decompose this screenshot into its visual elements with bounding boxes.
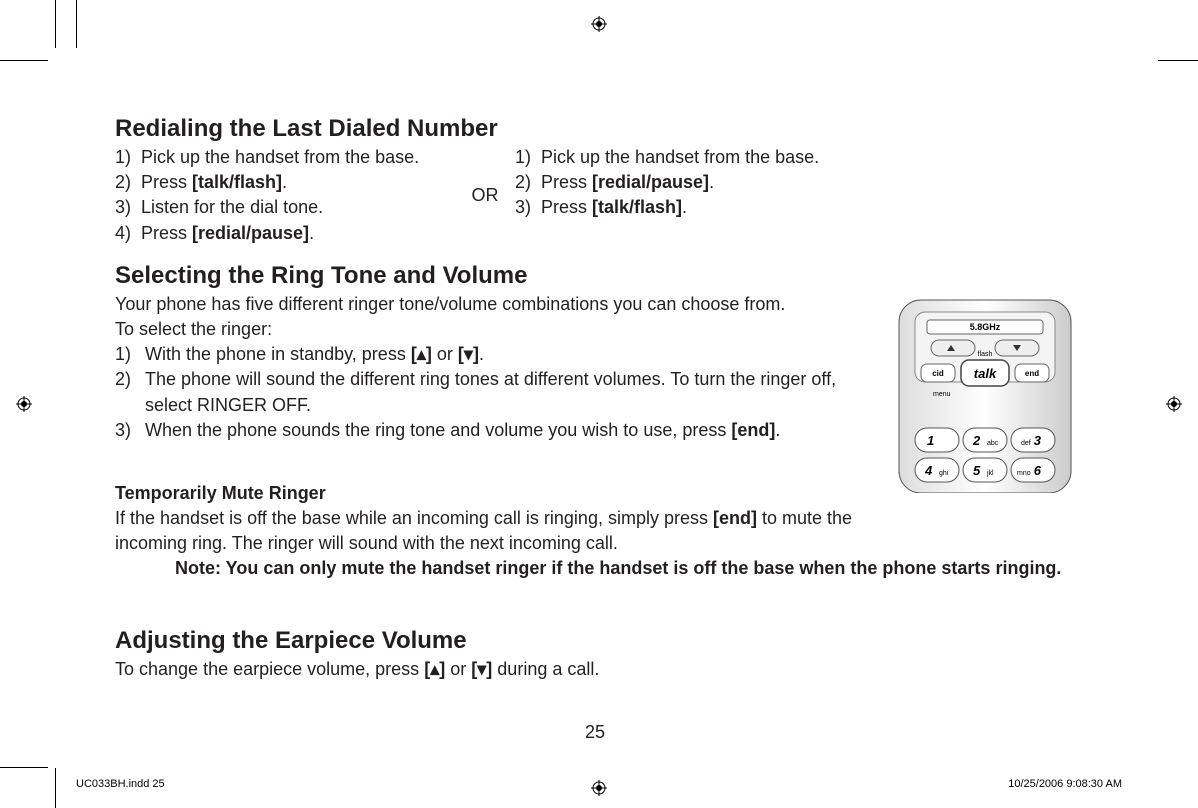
ringtone-intro-1: Your phone has five different ringer ton…	[115, 292, 875, 317]
ringtone-intro-2: To select the ringer:	[115, 317, 875, 342]
list-item: 1)With the phone in standby, press [▴] o…	[115, 342, 875, 367]
svg-text:4: 4	[924, 463, 933, 478]
crop-mark	[0, 767, 48, 768]
list-item: 3)Press [talk/flash].	[515, 195, 915, 220]
ringtone-steps: 1)With the phone in standby, press [▴] o…	[115, 342, 875, 443]
list-item: 1)Pick up the handset from the base.	[515, 145, 915, 170]
svg-text:mno: mno	[1017, 470, 1031, 477]
footer-timestamp: 10/25/2006 9:08:30 AM	[1008, 778, 1122, 790]
crop-mark	[76, 0, 77, 48]
svg-text:flash: flash	[978, 351, 993, 358]
svg-text:abc: abc	[987, 440, 999, 447]
heading-redial: Redialing the Last Dialed Number	[115, 115, 1075, 143]
crop-mark	[55, 768, 56, 808]
registration-mark-icon	[1166, 396, 1182, 412]
earpiece-text: To change the earpiece volume, press [▴]…	[115, 657, 1075, 682]
svg-text:end: end	[1025, 369, 1039, 378]
svg-text:5.8GHz: 5.8GHz	[970, 322, 1001, 332]
handset-illustration: 5.8GHz flash cid talk end menu 1 2	[895, 298, 1075, 493]
svg-text:2: 2	[972, 433, 981, 448]
list-item: 1)Pick up the handset from the base.	[115, 145, 455, 170]
print-footer: UC033BH.indd 25 10/25/2006 9:08:30 AM	[76, 778, 1122, 790]
crop-mark	[0, 60, 48, 61]
list-item: 2)The phone will sound the different rin…	[115, 367, 875, 417]
svg-text:5: 5	[973, 463, 981, 478]
mute-note: Note: You can only mute the handset ring…	[175, 556, 1075, 581]
ringtone-section: Your phone has five different ringer ton…	[115, 292, 1075, 557]
crop-mark	[55, 0, 56, 48]
svg-text:3: 3	[1034, 433, 1042, 448]
redial-columns: 1)Pick up the handset from the base.2)Pr…	[115, 145, 1075, 246]
svg-text:cid: cid	[932, 369, 944, 378]
mute-text: If the handset is off the base while an …	[115, 506, 875, 556]
heading-earpiece: Adjusting the Earpiece Volume	[115, 627, 1075, 655]
svg-text:jkl: jkl	[986, 470, 994, 477]
svg-text:menu: menu	[933, 391, 951, 398]
list-item: 3)When the phone sounds the ring tone an…	[115, 418, 875, 443]
svg-text:talk: talk	[974, 366, 997, 381]
heading-mute: Temporarily Mute Ringer	[115, 483, 875, 504]
registration-mark-icon	[16, 396, 32, 412]
page-content: Redialing the Last Dialed Number 1)Pick …	[115, 115, 1075, 683]
or-separator: OR	[455, 145, 515, 206]
svg-text:def: def	[1021, 440, 1031, 447]
svg-text:1: 1	[927, 433, 934, 448]
page-number: 25	[115, 722, 1075, 743]
heading-ringtone: Selecting the Ring Tone and Volume	[115, 262, 1075, 290]
list-item: 4)Press [redial/pause].	[115, 221, 455, 246]
svg-text:ghi: ghi	[939, 470, 949, 477]
list-item: 2)Press [talk/flash].	[115, 170, 455, 195]
redial-steps-right: 1)Pick up the handset from the base.2)Pr…	[515, 145, 915, 221]
redial-steps-left: 1)Pick up the handset from the base.2)Pr…	[115, 145, 455, 246]
footer-filename: UC033BH.indd 25	[76, 778, 165, 790]
list-item: 3)Listen for the dial tone.	[115, 195, 455, 220]
svg-text:6: 6	[1034, 463, 1042, 478]
list-item: 2)Press [redial/pause].	[515, 170, 915, 195]
crop-mark	[1158, 60, 1198, 61]
registration-mark-icon	[591, 16, 607, 32]
